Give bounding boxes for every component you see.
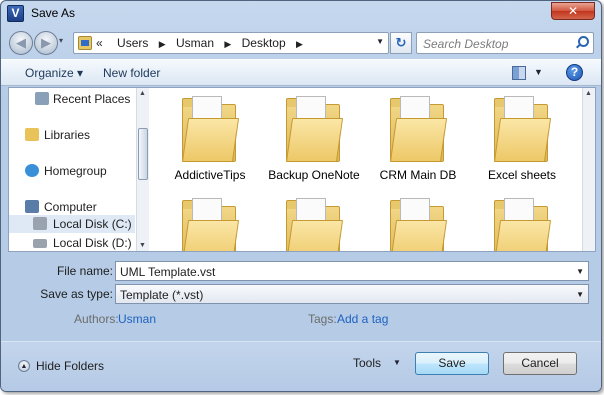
authors-label: Authors:: [74, 312, 119, 326]
forward-button[interactable]: ▶: [34, 31, 58, 55]
close-button[interactable]: ✕: [551, 2, 595, 20]
search-input[interactable]: Search Desktop: [423, 37, 508, 51]
search-icon[interactable]: [575, 36, 589, 50]
save-as-type-label: Save as type:: [40, 287, 113, 301]
file-list: AddictiveTips Backup OneNote CRM Main DB…: [150, 88, 584, 251]
breadcrumb-separator[interactable]: ▶: [224, 39, 231, 49]
breadcrumb-item-usman[interactable]: Usman: [176, 36, 214, 50]
folder-icon: [389, 198, 448, 251]
folder-name: AddictiveTips: [174, 168, 246, 182]
navigation-pane-scrollbar[interactable]: ▲ ▼: [136, 88, 149, 251]
search-box[interactable]: Search Desktop: [416, 32, 594, 54]
local-disk-d-icon: [33, 239, 47, 248]
file-list-scrollbar[interactable]: ▲: [582, 88, 595, 251]
folder-name: Backup OneNote: [268, 168, 360, 182]
scroll-down-arrow[interactable]: ▼: [139, 242, 146, 249]
folder-icon: [181, 96, 240, 162]
address-dropdown-button[interactable]: ▼: [376, 37, 384, 46]
command-toolbar: Organize ▾ New folder ▼ ?: [1, 59, 601, 86]
change-view-icon[interactable]: [512, 66, 526, 80]
views-dropdown-button[interactable]: ▼: [534, 67, 543, 77]
browser-area: Recent Places Libraries Homegroup Comput…: [8, 87, 596, 252]
scrollbar-thumb[interactable]: [138, 128, 148, 180]
scroll-up-arrow[interactable]: ▲: [139, 90, 146, 97]
tags-label: Tags:: [308, 312, 337, 326]
breadcrumb: « Users ▶ Usman ▶ Desktop ▶: [96, 36, 310, 50]
title-bar[interactable]: V Save As ✕: [1, 1, 601, 27]
navigation-bar: ◀ ▶ ▾ « Users ▶ Usman ▶ Desktop ▶ ▼ ↻ Se…: [1, 27, 601, 59]
nav-item-recent-places[interactable]: Recent Places: [9, 90, 135, 108]
nav-item-libraries[interactable]: Libraries: [9, 126, 135, 144]
save-as-type-row: Save as type: Template (*.vst) ▼: [1, 284, 601, 304]
new-folder-button[interactable]: New folder: [103, 66, 160, 80]
folder-item[interactable]: [366, 194, 470, 251]
folder-item[interactable]: Backup OneNote: [262, 92, 366, 192]
folder-name: CRM Main DB: [379, 168, 457, 182]
breadcrumb-overflow[interactable]: «: [96, 36, 103, 50]
breadcrumb-separator[interactable]: ▶: [159, 39, 166, 49]
nav-item-label: Local Disk (C:): [53, 217, 132, 231]
dialog-footer: ▲ Hide Folders Tools ▼ Save Cancel: [1, 341, 601, 391]
nav-item-label: Libraries: [44, 128, 91, 142]
nav-item-local-disk-c[interactable]: Local Disk (C:): [9, 215, 135, 233]
folder-icon: [181, 198, 240, 251]
save-as-type-value: Template (*.vst): [120, 288, 204, 302]
navigation-pane: Recent Places Libraries Homegroup Comput…: [9, 88, 135, 251]
folder-icon: [493, 198, 552, 251]
nav-item-label: Homegroup: [44, 164, 107, 178]
nav-item-local-disk-d[interactable]: Local Disk (D:): [9, 234, 135, 251]
back-button[interactable]: ◀: [9, 31, 33, 55]
folder-item[interactable]: AddictiveTips: [158, 92, 262, 192]
recent-pages-dropdown[interactable]: ▾: [59, 36, 63, 45]
scroll-up-arrow[interactable]: ▲: [585, 90, 592, 97]
folder-item[interactable]: [158, 194, 262, 251]
address-bar[interactable]: « Users ▶ Usman ▶ Desktop ▶ ▼: [73, 32, 389, 54]
homegroup-icon: [25, 164, 39, 177]
window-title: Save As: [31, 6, 76, 20]
refresh-button[interactable]: ↻: [390, 32, 412, 54]
save-as-type-select[interactable]: Template (*.vst) ▼: [115, 284, 589, 304]
folder-name: Excel sheets: [487, 168, 557, 182]
hide-folders-button[interactable]: Hide Folders: [36, 359, 104, 373]
libraries-icon: [25, 128, 39, 141]
nav-item-label: Recent Places: [53, 92, 131, 106]
visio-app-icon: V: [7, 5, 24, 22]
file-name-row: File name: UML Template.vst ▼: [1, 261, 601, 281]
nav-item-computer[interactable]: Computer: [9, 198, 135, 216]
folder-location-icon: [78, 36, 92, 50]
add-tag-link[interactable]: Add a tag: [337, 312, 388, 326]
nav-item-homegroup[interactable]: Homegroup: [9, 162, 135, 180]
folder-icon: [285, 96, 344, 162]
breadcrumb-separator[interactable]: ▶: [296, 39, 303, 49]
authors-value[interactable]: Usman: [118, 312, 156, 326]
recent-places-icon: [35, 92, 49, 105]
folder-icon: [493, 96, 552, 162]
folder-item[interactable]: [262, 194, 366, 251]
chevron-up-icon[interactable]: ▲: [18, 360, 30, 372]
folder-item[interactable]: [470, 194, 574, 251]
file-name-dropdown-icon[interactable]: ▼: [576, 267, 584, 276]
breadcrumb-item-desktop[interactable]: Desktop: [242, 36, 286, 50]
local-disk-c-icon: [33, 217, 47, 230]
file-name-value[interactable]: UML Template.vst: [120, 265, 215, 279]
file-name-field[interactable]: UML Template.vst ▼: [115, 261, 589, 281]
cancel-button[interactable]: Cancel: [503, 352, 577, 375]
breadcrumb-item-users[interactable]: Users: [117, 36, 148, 50]
organize-menu-button[interactable]: Organize ▾: [25, 66, 83, 80]
nav-item-label: Local Disk (D:): [53, 236, 132, 250]
tools-dropdown-icon[interactable]: ▼: [393, 358, 401, 367]
computer-icon: [25, 200, 39, 213]
save-as-type-dropdown-icon[interactable]: ▼: [576, 290, 584, 299]
tools-button[interactable]: Tools: [353, 356, 381, 370]
folder-item[interactable]: CRM Main DB: [366, 92, 470, 192]
save-as-dialog: V Save As ✕ ◀ ▶ ▾ « Users ▶ Usman ▶ Desk…: [0, 0, 602, 392]
help-icon[interactable]: ?: [566, 64, 583, 81]
folder-item[interactable]: Excel sheets: [470, 92, 574, 192]
file-name-label: File name:: [56, 264, 113, 278]
folder-icon: [285, 198, 344, 251]
nav-item-label: Computer: [44, 200, 97, 214]
folder-icon: [389, 96, 448, 162]
save-button[interactable]: Save: [415, 352, 489, 375]
